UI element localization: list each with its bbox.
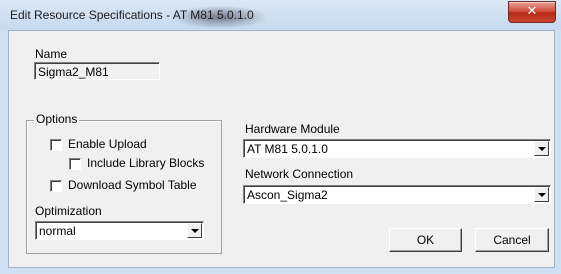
ok-button[interactable]: OK: [389, 228, 462, 252]
close-icon: ✕: [526, 4, 538, 19]
name-label: Name: [35, 47, 68, 61]
hardware-module-select[interactable]: AT M81 5.0.1.0: [243, 139, 551, 158]
include-library-blocks-label[interactable]: Include Library Blocks: [87, 156, 204, 170]
network-connection-label: Network Connection: [245, 167, 354, 181]
options-legend: Options: [34, 112, 80, 126]
optimization-label: Optimization: [35, 204, 102, 218]
include-library-blocks-checkbox[interactable]: [69, 158, 81, 170]
download-symbol-table-checkbox[interactable]: [50, 180, 62, 192]
chevron-down-icon[interactable]: [534, 187, 549, 202]
name-field[interactable]: Sigma2_M81: [34, 62, 160, 80]
download-symbol-table-label[interactable]: Download Symbol Table: [68, 178, 197, 192]
cancel-button[interactable]: Cancel: [475, 228, 549, 252]
optimization-value: normal: [39, 224, 76, 238]
enable-upload-checkbox[interactable]: [50, 139, 62, 151]
hardware-module-value: AT M81 5.0.1.0: [247, 142, 328, 156]
hardware-module-label: Hardware Module: [245, 122, 340, 136]
window-title: Edit Resource Specifications - AT M81 5.…: [10, 8, 254, 22]
optimization-select[interactable]: normal: [35, 221, 204, 240]
name-value: Sigma2_M81: [38, 65, 109, 79]
close-button[interactable]: ✕: [508, 1, 556, 23]
dialog-window: Edit Resource Specifications - AT M81 5.…: [0, 0, 561, 274]
title-bar[interactable]: Edit Resource Specifications - AT M81 5.…: [0, 0, 561, 30]
enable-upload-label[interactable]: Enable Upload: [68, 137, 147, 151]
chevron-down-icon[interactable]: [187, 223, 202, 238]
chevron-down-icon[interactable]: [534, 141, 549, 156]
network-connection-value: Ascon_Sigma2: [247, 188, 328, 202]
network-connection-select[interactable]: Ascon_Sigma2: [243, 185, 551, 204]
